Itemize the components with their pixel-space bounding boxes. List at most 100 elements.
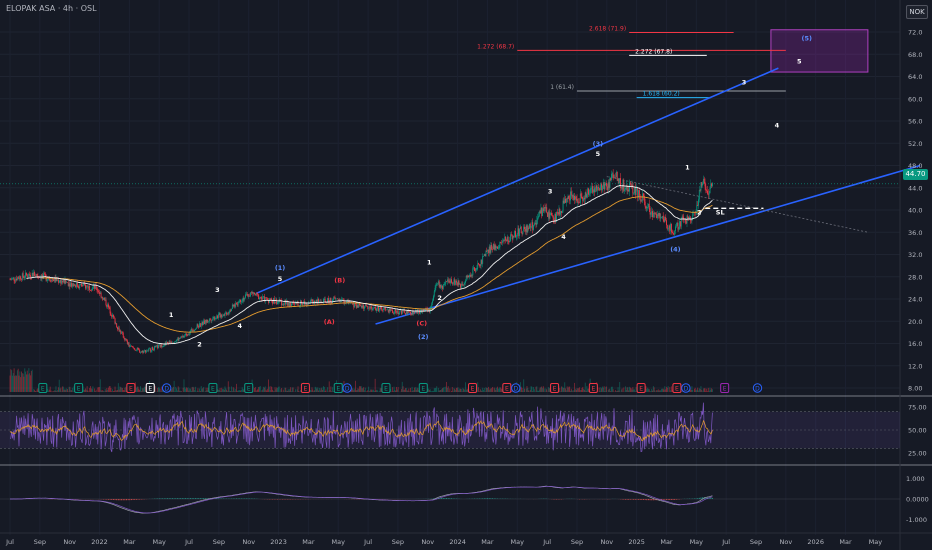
event-marker-label: E xyxy=(471,385,475,392)
volume-bar xyxy=(290,387,292,392)
fib-level-label: 1 (61.4) xyxy=(550,84,574,91)
candle-body xyxy=(463,284,465,286)
candle-body xyxy=(657,214,658,219)
candle-body xyxy=(27,276,29,278)
volume-bar xyxy=(455,387,457,392)
candle-body xyxy=(670,223,672,231)
symbol-title[interactable]: ELOPAK ASA · 4h · OSL xyxy=(6,4,97,13)
candle-body xyxy=(178,338,180,341)
candle-body xyxy=(34,271,36,277)
candle-body xyxy=(202,321,204,325)
volume-bar xyxy=(699,389,701,392)
volume-bar xyxy=(66,389,68,392)
volume-bar xyxy=(84,389,86,392)
candle-body xyxy=(238,301,240,302)
volume-bar xyxy=(267,388,269,392)
chart-canvas[interactable]: 2.618 (71.9)1.272 (68.7)2.272 (67.8)1 (6… xyxy=(0,0,932,550)
candle-body xyxy=(47,279,49,280)
macd-histogram-bar xyxy=(639,499,641,500)
fib-level-label: 1.272 (68.7) xyxy=(477,43,514,50)
volume-bar xyxy=(18,375,20,392)
volume-bar xyxy=(578,388,580,392)
candle-body xyxy=(218,312,220,315)
volume-bar xyxy=(698,390,699,392)
candle-body xyxy=(103,297,104,300)
volume-bar xyxy=(54,390,56,392)
candle-body xyxy=(675,226,676,231)
currency-badge[interactable]: NOK xyxy=(906,5,928,19)
macd-histogram-bar xyxy=(449,498,451,499)
volume-bar xyxy=(111,391,113,392)
candle-body xyxy=(387,309,388,311)
volume-bar xyxy=(24,368,26,392)
volume-bar xyxy=(179,390,181,392)
candle-body xyxy=(216,315,218,319)
candle-body xyxy=(686,216,688,224)
volume-bar xyxy=(35,391,37,392)
volume-bar xyxy=(681,391,683,392)
candle-body xyxy=(649,208,651,215)
candle-body xyxy=(297,301,299,306)
candle-body xyxy=(632,184,634,194)
candle-body xyxy=(225,312,227,314)
volume-bar xyxy=(234,391,236,392)
volume-bar xyxy=(541,386,543,392)
candle-body xyxy=(458,280,460,285)
candle-body xyxy=(362,305,364,308)
volume-bar xyxy=(313,390,315,392)
candle-body xyxy=(628,189,630,192)
candle-body xyxy=(69,283,71,287)
volume-bar xyxy=(466,388,468,392)
macd-histogram-bar xyxy=(664,499,666,500)
candle-body xyxy=(469,274,471,277)
candle-body xyxy=(35,274,37,277)
candle-body xyxy=(615,176,617,178)
time-tick-label: Nov xyxy=(421,538,434,546)
volume-bar xyxy=(255,390,257,392)
candle-body xyxy=(521,233,523,234)
volume-bar xyxy=(159,388,161,392)
candle-body xyxy=(217,315,219,319)
candle-body xyxy=(575,196,577,199)
candle-body xyxy=(603,182,605,190)
volume-bar xyxy=(666,387,668,392)
volume-bar xyxy=(579,390,581,392)
candle-body xyxy=(661,217,663,219)
volume-bar xyxy=(631,389,633,392)
wave-label: 5 xyxy=(278,275,283,283)
price-axis[interactable]: 72.068.064.060.056.052.048.044.040.036.0… xyxy=(906,29,929,525)
volume-bar xyxy=(100,389,102,392)
volume-bar xyxy=(236,391,238,392)
candle-body xyxy=(510,234,512,235)
volume-bar xyxy=(707,387,709,392)
volume-bar xyxy=(535,386,537,392)
candle-body xyxy=(137,348,139,350)
macd-histogram-bar xyxy=(677,499,679,500)
volume-bar xyxy=(277,388,278,392)
candle-body xyxy=(155,345,157,347)
volume-bar xyxy=(521,387,523,392)
candle-body xyxy=(677,222,679,230)
candle-body xyxy=(138,349,140,351)
candle-body xyxy=(506,236,508,242)
candle-body xyxy=(454,279,456,285)
volume-bar xyxy=(239,389,241,392)
volume-bar xyxy=(108,386,110,392)
candle-body xyxy=(453,279,455,283)
macd-histogram-bar xyxy=(446,498,448,499)
candle-body xyxy=(366,305,368,307)
candle-body xyxy=(641,199,643,201)
time-axis[interactable]: Jul Sep Nov 2022 Mar May Jul Sep Nov 2023 Mar May Ju… xyxy=(5,538,882,546)
candle-body xyxy=(132,346,134,348)
macd-histogram-bar xyxy=(130,499,132,501)
candle-body xyxy=(574,196,576,200)
candle-body xyxy=(336,298,338,300)
volume-bar xyxy=(371,389,373,392)
volume-bar xyxy=(67,391,69,392)
volume-bar xyxy=(9,375,11,392)
candle-body xyxy=(290,302,292,307)
candle-body xyxy=(570,191,571,201)
macd-histogram-bar xyxy=(216,498,218,499)
macd-histogram-bar xyxy=(638,499,640,500)
candle-body xyxy=(556,211,558,213)
